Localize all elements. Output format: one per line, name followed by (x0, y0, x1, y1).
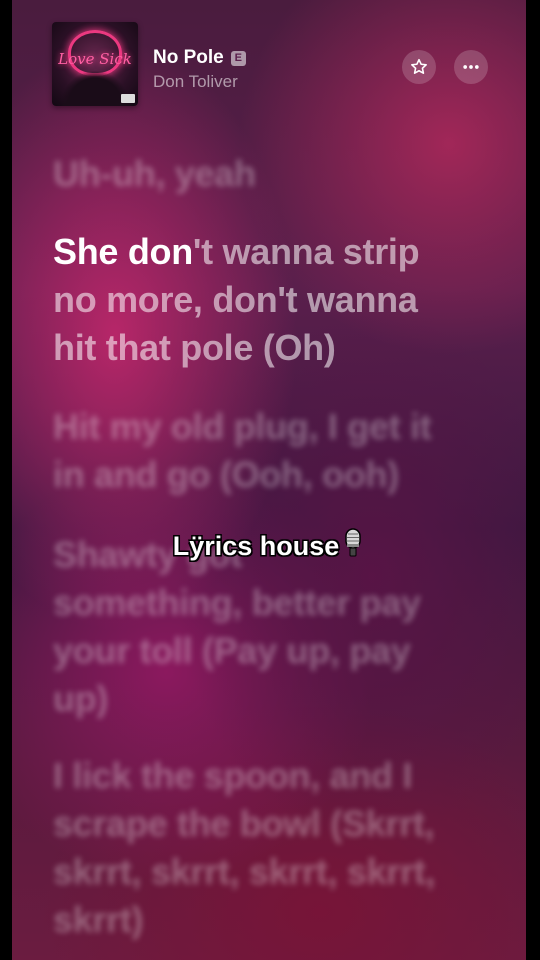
lyric-row: skrrt) (53, 899, 144, 940)
favorite-button[interactable] (402, 50, 436, 84)
star-icon (411, 58, 427, 74)
lyric-row: something, better pay (53, 582, 421, 623)
unsung-text: hit that pole (Oh) (53, 327, 336, 368)
current-line-row-1: She don't wanna strip (53, 228, 493, 276)
lyric-line-previous[interactable]: Uh-uh, yeah (53, 150, 493, 198)
parental-advisory-badge (121, 94, 135, 103)
artwork-title: Love Sick (58, 50, 132, 68)
sung-text: She don (53, 231, 193, 272)
lyrics-screen: Love Sick No Pole E Don Toliver Uh-uh, y… (12, 0, 526, 960)
more-button[interactable] (454, 50, 488, 84)
lyric-row: Hit my old plug, I get it (53, 406, 432, 447)
current-line-row-2: no more, don't wanna (53, 276, 493, 324)
song-title: No Pole (153, 47, 224, 68)
album-artwork[interactable]: Love Sick (52, 22, 138, 106)
lyric-row: skrrt, skrrt, skrrt, skrrt, (53, 851, 436, 892)
artist-name[interactable]: Don Toliver (153, 72, 238, 92)
watermark-overlay: Lÿrics house (12, 528, 526, 562)
lyric-row: up) (53, 678, 109, 719)
title-row: No Pole E (153, 47, 246, 69)
artwork-figures (60, 70, 130, 106)
now-playing-header: Love Sick No Pole E Don Toliver (52, 22, 488, 106)
lyric-row: your toll (Pay up, pay (53, 630, 411, 671)
frame-edge-left (0, 0, 12, 960)
lyric-row: I lick the spoon, and I (53, 755, 413, 796)
explicit-badge: E (230, 50, 246, 66)
unsung-text: 't wanna strip (192, 231, 420, 272)
lyric-row: in and go (Ooh, ooh) (53, 454, 399, 495)
frame-edge-right (526, 0, 540, 960)
unsung-text: no more, don't wanna (53, 279, 418, 320)
lyric-row: scrape the bowl (Skrrt, (53, 803, 435, 844)
more-icon (463, 65, 479, 69)
microphone-icon (345, 528, 362, 557)
watermark-text: Lÿrics house (172, 531, 340, 561)
current-line-row-3: hit that pole (Oh) (53, 324, 493, 372)
